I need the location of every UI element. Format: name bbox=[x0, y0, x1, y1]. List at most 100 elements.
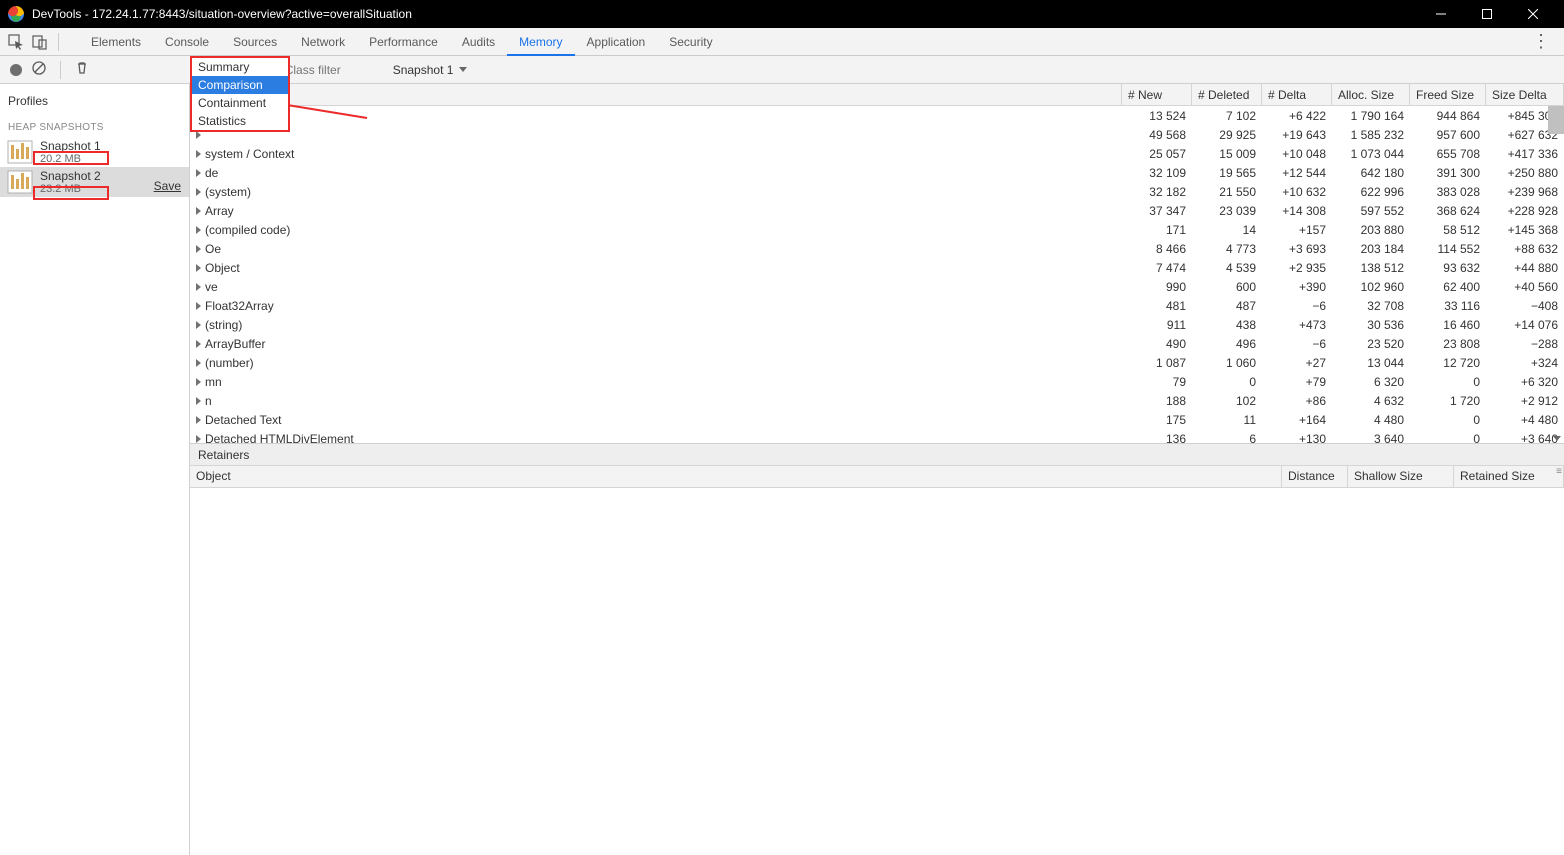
constructor-name: (number) bbox=[205, 356, 254, 370]
table-row[interactable]: ve990600+390102 96062 400+40 560 bbox=[190, 277, 1564, 296]
col-deleted[interactable]: # Deleted bbox=[1192, 84, 1262, 105]
tab-memory[interactable]: Memory bbox=[507, 28, 574, 56]
table-row[interactable]: (compiled code)17114+157203 88058 512+14… bbox=[190, 220, 1564, 239]
table-row[interactable]: 13 5247 102+6 4221 790 164944 864+845 30… bbox=[190, 106, 1564, 125]
scroll-down-icon[interactable] bbox=[1553, 436, 1561, 441]
col-new[interactable]: # New bbox=[1122, 84, 1192, 105]
maximize-button[interactable] bbox=[1464, 0, 1510, 28]
retainer-col-shallow[interactable]: Shallow Size bbox=[1348, 466, 1454, 487]
snapshot-size: 20.2 MB bbox=[40, 153, 101, 165]
cell-alloc: 138 512 bbox=[1332, 261, 1410, 275]
expand-icon[interactable] bbox=[196, 207, 201, 215]
table-row[interactable]: Oe8 4664 773+3 693203 184114 552+88 632 bbox=[190, 239, 1564, 258]
tab-security[interactable]: Security bbox=[657, 28, 724, 56]
stop-icon[interactable] bbox=[32, 61, 46, 78]
table-row[interactable]: 49 56829 925+19 6431 585 232957 600+627 … bbox=[190, 125, 1564, 144]
expand-icon[interactable] bbox=[196, 283, 201, 291]
expand-icon[interactable] bbox=[196, 359, 201, 367]
cell-deleted: 600 bbox=[1192, 280, 1262, 294]
cell-deleted: 4 773 bbox=[1192, 242, 1262, 256]
expand-icon[interactable] bbox=[196, 321, 201, 329]
table-row[interactable]: ArrayBuffer490496−623 52023 808−288 bbox=[190, 334, 1564, 353]
dropdown-item-containment[interactable]: Containment bbox=[192, 94, 288, 112]
retainer-col-retained[interactable]: Retained Size bbox=[1454, 466, 1564, 487]
expand-icon[interactable] bbox=[196, 340, 201, 348]
expand-icon[interactable] bbox=[196, 435, 201, 443]
cell-freed: 383 028 bbox=[1410, 185, 1486, 199]
cell-deleted: 4 539 bbox=[1192, 261, 1262, 275]
snapshot-item[interactable]: Snapshot 223.2 MBSave bbox=[0, 167, 189, 197]
table-row[interactable]: (string)911438+47330 53616 460+14 076 bbox=[190, 315, 1564, 334]
device-toggle-icon[interactable] bbox=[30, 32, 50, 52]
tab-network[interactable]: Network bbox=[289, 28, 357, 56]
table-row[interactable]: Array37 34723 039+14 308597 552368 624+2… bbox=[190, 201, 1564, 220]
cell-size-delta: +324 bbox=[1486, 356, 1564, 370]
col-freed-size[interactable]: Freed Size bbox=[1410, 84, 1486, 105]
table-row[interactable]: system / Context25 05715 009+10 0481 073… bbox=[190, 144, 1564, 163]
tab-console[interactable]: Console bbox=[153, 28, 221, 56]
col-constructor[interactable] bbox=[190, 84, 1122, 105]
scrollbar-thumb[interactable] bbox=[1548, 106, 1564, 134]
tab-sources[interactable]: Sources bbox=[221, 28, 289, 56]
expand-icon[interactable] bbox=[196, 264, 201, 272]
table-row[interactable]: (system)32 18221 550+10 632622 996383 02… bbox=[190, 182, 1564, 201]
tab-audits[interactable]: Audits bbox=[450, 28, 507, 56]
expand-icon[interactable] bbox=[196, 150, 201, 158]
minimize-button[interactable] bbox=[1418, 0, 1464, 28]
table-row[interactable]: Detached Text17511+1644 4800+4 480 bbox=[190, 410, 1564, 429]
table-row[interactable]: n188102+864 6321 720+2 912 bbox=[190, 391, 1564, 410]
chrome-icon bbox=[8, 6, 24, 22]
cell-new: 79 bbox=[1122, 375, 1192, 389]
save-link[interactable]: Save bbox=[154, 179, 181, 193]
cell-new: 32 182 bbox=[1122, 185, 1192, 199]
close-button[interactable] bbox=[1510, 0, 1556, 28]
baseline-select[interactable]: Snapshot 1 bbox=[393, 63, 468, 77]
table-row[interactable]: de32 10919 565+12 544642 180391 300+250 … bbox=[190, 163, 1564, 182]
table-row[interactable]: Detached HTMLDivElement1366+1303 6400+3 … bbox=[190, 429, 1564, 444]
table-row[interactable]: mn790+796 3200+6 320 bbox=[190, 372, 1564, 391]
col-delta[interactable]: # Delta bbox=[1262, 84, 1332, 105]
tab-application[interactable]: Application bbox=[575, 28, 658, 56]
snapshot-item[interactable]: Snapshot 120.2 MB bbox=[0, 137, 189, 167]
expand-icon[interactable] bbox=[196, 188, 201, 196]
dropdown-item-comparison[interactable]: Comparison bbox=[192, 76, 288, 94]
pane-menu-icon[interactable]: ≡ bbox=[1556, 466, 1562, 477]
cell-delta: +164 bbox=[1262, 413, 1332, 427]
expand-icon[interactable] bbox=[196, 302, 201, 310]
view-dropdown[interactable]: SummaryComparisonContainmentStatistics bbox=[190, 56, 290, 132]
expand-icon[interactable] bbox=[196, 169, 201, 177]
cell-deleted: 1 060 bbox=[1192, 356, 1262, 370]
cell-size-delta: +4 480 bbox=[1486, 413, 1564, 427]
cell-alloc: 622 996 bbox=[1332, 185, 1410, 199]
tab-elements[interactable]: Elements bbox=[79, 28, 153, 56]
cell-alloc: 1 073 044 bbox=[1332, 147, 1410, 161]
expand-icon[interactable] bbox=[196, 416, 201, 424]
inspect-icon[interactable] bbox=[6, 32, 26, 52]
col-alloc-size[interactable]: Alloc. Size bbox=[1332, 84, 1410, 105]
retainer-col-object[interactable]: Object bbox=[190, 466, 1282, 487]
table-row[interactable]: Float32Array481487−632 70833 116−408 bbox=[190, 296, 1564, 315]
dropdown-item-statistics[interactable]: Statistics bbox=[192, 112, 288, 130]
expand-icon[interactable] bbox=[196, 397, 201, 405]
cell-deleted: 0 bbox=[1192, 375, 1262, 389]
retainer-col-distance[interactable]: Distance bbox=[1282, 466, 1348, 487]
expand-icon[interactable] bbox=[196, 378, 201, 386]
table-row[interactable]: (number)1 0871 060+2713 04412 720+324 bbox=[190, 353, 1564, 372]
cell-deleted: 14 bbox=[1192, 223, 1262, 237]
cell-size-delta: +44 880 bbox=[1486, 261, 1564, 275]
cell-deleted: 15 009 bbox=[1192, 147, 1262, 161]
tab-performance[interactable]: Performance bbox=[357, 28, 450, 56]
cell-alloc: 4 480 bbox=[1332, 413, 1410, 427]
class-filter-input[interactable] bbox=[285, 60, 385, 80]
expand-icon[interactable] bbox=[196, 245, 201, 253]
dropdown-item-summary[interactable]: Summary bbox=[192, 58, 288, 76]
kebab-menu-icon[interactable]: ⋮ bbox=[1524, 31, 1558, 52]
profiles-sidebar: Profiles HEAP SNAPSHOTS Snapshot 120.2 M… bbox=[0, 84, 190, 855]
col-size-delta[interactable]: Size Delta bbox=[1486, 84, 1564, 105]
record-button[interactable] bbox=[10, 64, 22, 76]
cell-size-delta: +239 968 bbox=[1486, 185, 1564, 199]
expand-icon[interactable] bbox=[196, 226, 201, 234]
table-row[interactable]: Object7 4744 539+2 935138 51293 632+44 8… bbox=[190, 258, 1564, 277]
cell-delta: +2 935 bbox=[1262, 261, 1332, 275]
trash-icon[interactable] bbox=[75, 61, 89, 78]
